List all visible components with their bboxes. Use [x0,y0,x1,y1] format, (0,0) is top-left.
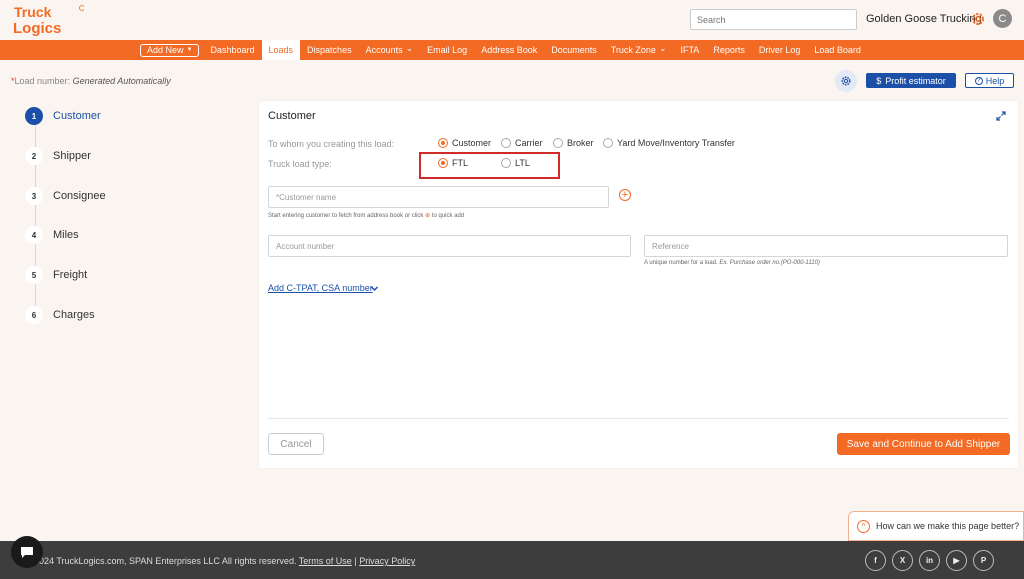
step-consignee[interactable]: 3 Consignee [25,187,106,205]
creating-for-radio-carrier[interactable]: Carrier [501,138,543,148]
step-customer[interactable]: 1 Customer [25,107,101,125]
add-new-button[interactable]: Add New ▼ [140,43,200,57]
divider [268,418,1009,419]
step-label: Freight [53,269,88,281]
pinterest-icon[interactable]: P [973,550,994,571]
step-number: 1 [25,107,43,125]
creating-for-radio-customer[interactable]: Customer [438,138,491,148]
chat-bubble-icon[interactable] [11,536,43,568]
nav-email-log[interactable]: Email Log [420,40,474,60]
feedback-widget[interactable]: ^ How can we make this page better? [848,511,1024,541]
quick-add-icon[interactable]: + [619,189,631,201]
reference-input[interactable]: Reference [644,235,1008,257]
trucklogics-logo[interactable]: Truck Logics [12,3,84,37]
step-label: Charges [53,309,95,321]
nav-loads[interactable]: Loads [261,40,301,60]
nav-address-book[interactable]: Address Book [474,40,544,60]
nav-documents[interactable]: Documents [544,40,604,60]
step-number: 3 [25,187,43,205]
chevron-down-icon[interactable] [370,284,379,293]
step-freight[interactable]: 5 Freight [25,266,87,284]
cancel-button[interactable]: Cancel [268,433,324,455]
step-label: Miles [53,229,79,241]
top-bar: Truck Logics Golden Goose Trucking C [0,0,1024,40]
plus-icon: ⊕ [425,213,431,219]
creating-for-radio-broker[interactable]: Broker [553,138,594,148]
linkedin-icon[interactable]: in [919,550,940,571]
chevron-up-icon: ^ [857,519,870,533]
nav-dispatches[interactable]: Dispatches [300,40,359,60]
x-icon[interactable]: X [892,550,913,571]
profit-estimator-button[interactable]: $ Profit estimator [866,73,956,88]
expand-icon[interactable] [996,111,1006,121]
creating-for-radio-yard-move-inventory-transfer[interactable]: Yard Move/Inventory Transfer [603,138,735,148]
step-label: Customer [53,110,101,122]
load-type-label: Truck load type: [268,159,332,169]
svg-text:Logics: Logics [13,20,61,37]
main-nav: Add New ▼ Dashboard Loads Dispatches Accoun… [0,40,1024,60]
step-shipper[interactable]: 2 Shipper [25,147,91,165]
step-label: Shipper [53,150,91,162]
customer-hint: Start entering customer to fetch from ad… [268,213,465,219]
step-number: 5 [25,266,43,284]
privacy-link[interactable]: Privacy Policy [359,556,415,566]
company-name: Golden Goose Trucking [866,13,982,25]
radio-circle [438,138,448,148]
step-charges[interactable]: 6 Charges [25,306,95,324]
help-button[interactable]: ? Help [965,73,1014,88]
gear-icon [841,76,851,86]
search-input[interactable] [690,9,857,30]
radio-circle [603,138,613,148]
creating-for-label: To whom you creating this load: [268,139,395,149]
step-miles[interactable]: 4 Miles [25,226,79,244]
step-label: Consignee [53,190,106,202]
step-number: 6 [25,306,43,324]
social-links: f Xin ▶ P [865,550,1000,571]
nav-reports[interactable]: Reports [706,40,752,60]
nav-truck-zone[interactable]: Truck Zone ⌄ [604,40,674,60]
add-ctpat-link[interactable]: Add C-TPAT, CSA number [268,283,373,293]
chevron-down-icon: ⌄ [658,42,667,53]
chevron-down-icon: ▼ [186,47,193,53]
nav-driver-log[interactable]: Driver Log [752,40,808,60]
step-number: 4 [25,226,43,244]
facebook-icon[interactable]: f [865,550,886,571]
load-type-radio-ltl[interactable]: LTL [501,158,530,168]
account-number-input[interactable]: Account number [268,235,631,257]
question-icon: ? [974,76,983,85]
nav-accounts[interactable]: Accounts ⌄ [359,40,421,60]
avatar[interactable]: C [993,9,1012,28]
nav-dashboard[interactable]: Dashboard [203,40,261,60]
gear-icon[interactable] [970,11,986,27]
radio-circle [438,158,448,168]
card-title: Customer [268,110,316,122]
radio-circle [501,138,511,148]
youtube-icon[interactable]: ▶ [946,550,967,571]
save-continue-button[interactable]: Save and Continue to Add Shipper [837,433,1010,455]
nav-ifta[interactable]: IFTA [673,40,706,60]
chevron-down-icon: ⌄ [405,42,414,53]
terms-link[interactable]: Terms of Use [299,556,352,566]
svg-text:Truck: Truck [14,4,52,20]
settings-button[interactable] [835,70,857,92]
load-type-radio-ftl[interactable]: FTL [438,158,468,168]
copyright: 2024 TruckLogics.com, SPAN Enterprises L… [34,556,416,566]
nav-load-board[interactable]: Load Board [807,40,868,60]
load-number: *Load number: Generated Automatically [11,76,171,86]
radio-circle [501,158,511,168]
customer-card: Customer To whom you creating this load:… [259,101,1018,468]
reference-hint: A unique number for a load. Ex. Purchase… [644,260,820,266]
radio-circle [553,138,563,148]
step-number: 2 [25,147,43,165]
customer-name-input[interactable]: *Customer name [268,186,609,208]
dollar-icon: $ [876,75,882,86]
